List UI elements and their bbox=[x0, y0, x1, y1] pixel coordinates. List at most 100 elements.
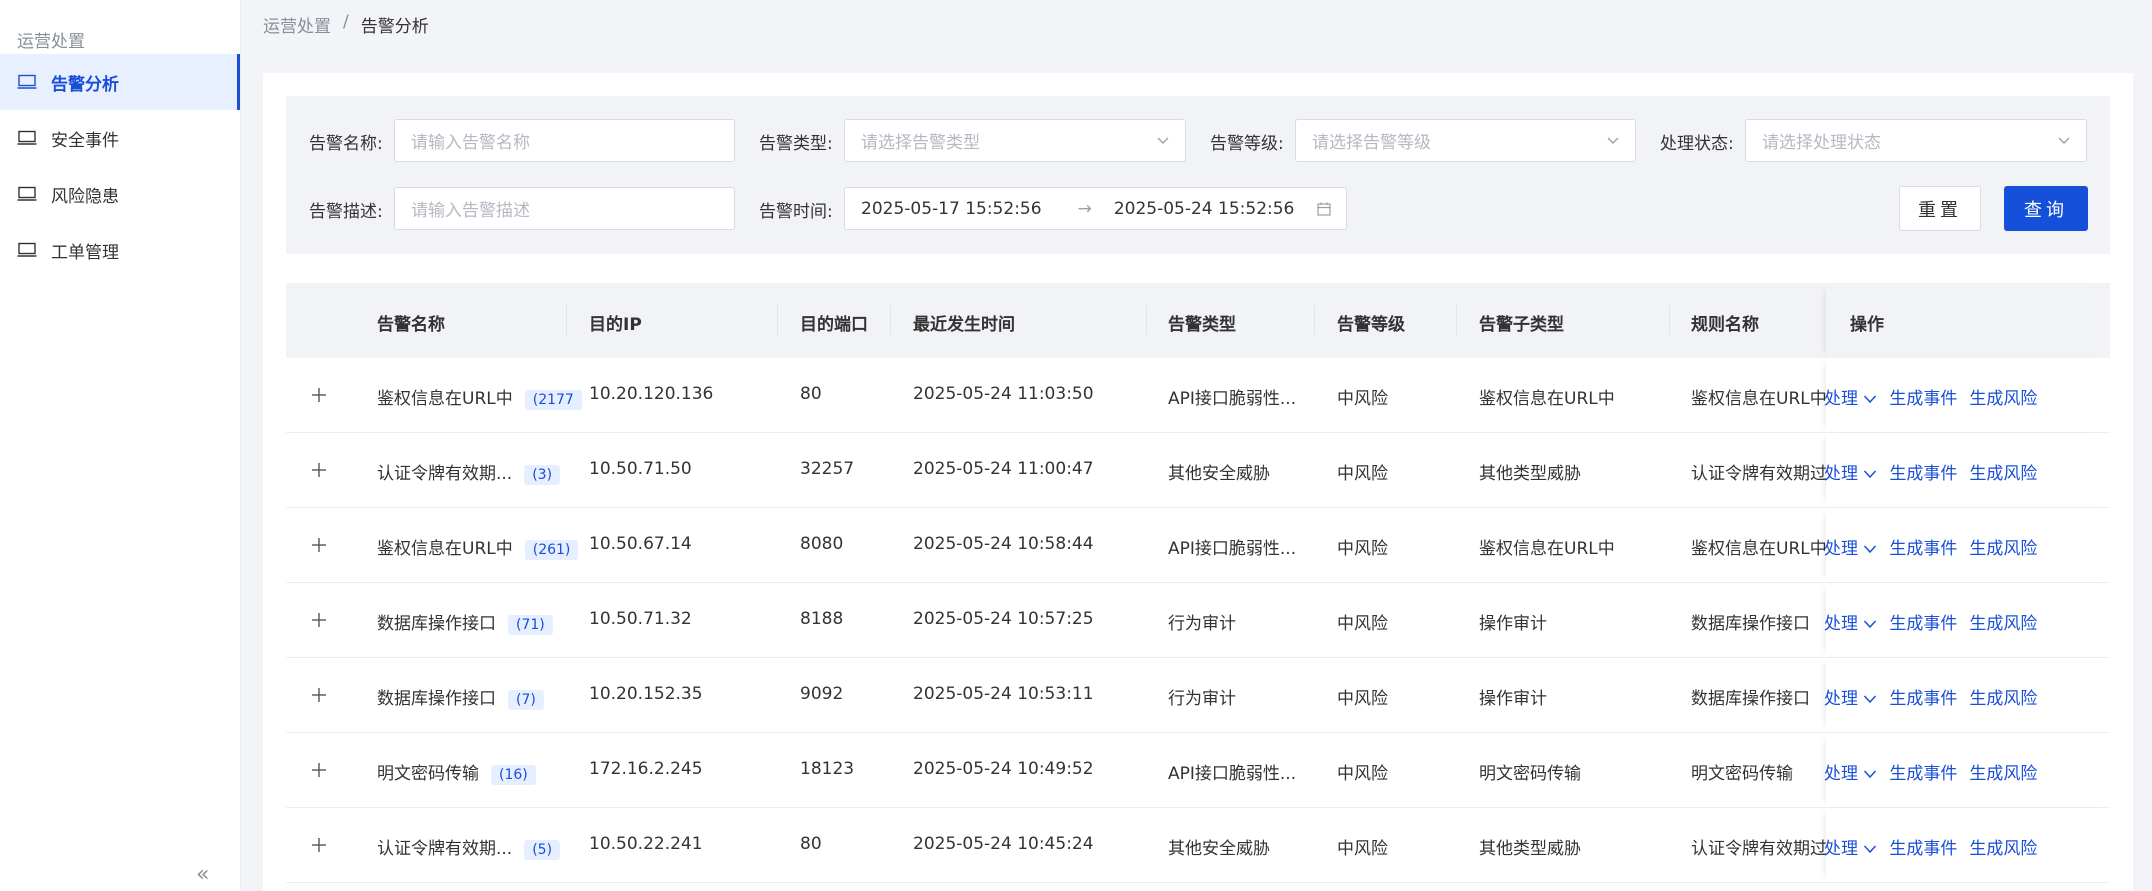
table-header: 告警名称 目的IP 目的端口 最近发生时间 告警类型 告警等级 告警子类型 规则… bbox=[286, 283, 2110, 358]
generate-event-link[interactable]: 生成事件 bbox=[1889, 609, 1957, 634]
chevron-down-icon bbox=[1607, 137, 1619, 144]
cell-level: 中风险 bbox=[1337, 539, 1388, 559]
alert-level-select[interactable]: 请选择告警等级 bbox=[1295, 119, 1636, 162]
handle-dropdown[interactable]: 处理 bbox=[1824, 534, 1877, 559]
table-row: 数据库操作接口 (71) 10.50.71.32 8188 2025-05-24 10:… bbox=[286, 583, 2110, 658]
cell-rule: 明文密码传输 bbox=[1691, 764, 1793, 784]
generate-risk-link[interactable]: 生成风险 bbox=[1969, 534, 2037, 559]
generate-risk-link[interactable]: 生成风险 bbox=[1969, 459, 2037, 484]
alert-name-label: 告警名称: bbox=[309, 134, 383, 154]
table-row: 认证令牌有效期... (3) 10.50.71.50 32257 2025-05-24 … bbox=[286, 433, 2110, 508]
cell-type: API接口脆弱性... bbox=[1168, 389, 1297, 409]
handle-label: 处理 bbox=[1824, 764, 1858, 784]
sidebar-item-2[interactable]: 风险隐患 bbox=[0, 166, 240, 222]
expand-plus-icon[interactable] bbox=[310, 686, 328, 704]
cell-alert-name: 认证令牌有效期... (3) bbox=[377, 459, 561, 485]
monitor-icon bbox=[17, 74, 37, 89]
cell-ip: 10.50.67.14 bbox=[589, 534, 692, 554]
col-divider bbox=[1456, 305, 1457, 335]
breadcrumb: 运营处置 / 告警分析 bbox=[263, 12, 429, 37]
cell-time: 2025-05-24 10:49:52 bbox=[913, 759, 1094, 779]
col-divider bbox=[890, 305, 891, 335]
col-alert-name: 告警名称 bbox=[377, 315, 445, 335]
expand-plus-icon[interactable] bbox=[310, 836, 328, 854]
expand-plus-icon[interactable] bbox=[310, 386, 328, 404]
cell-type: API接口脆弱性... bbox=[1168, 539, 1297, 559]
generate-event-link[interactable]: 生成事件 bbox=[1889, 684, 1957, 709]
handle-dropdown[interactable]: 处理 bbox=[1824, 684, 1877, 709]
cell-rule: 数据库操作接口 bbox=[1691, 689, 1810, 709]
cell-port: 80 bbox=[800, 384, 822, 404]
col-dest-port: 目的端口 bbox=[800, 315, 868, 335]
row-actions: 处理 生成事件 生成风险 bbox=[1824, 759, 2037, 784]
sidebar-item-0[interactable]: 告警分析 bbox=[0, 54, 240, 110]
generate-risk-link[interactable]: 生成风险 bbox=[1969, 609, 2037, 634]
count-badge: (16) bbox=[491, 765, 536, 785]
generate-risk-link[interactable]: 生成风险 bbox=[1969, 384, 2037, 409]
sidebar-section-title: 运营处置 bbox=[17, 32, 85, 52]
table-row: 认证令牌有效期... (5) 10.50.22.241 80 2025-05-24 10… bbox=[286, 808, 2110, 883]
alert-name-input[interactable]: 请输入告警名称 bbox=[394, 119, 735, 162]
col-dest-ip: 目的IP bbox=[589, 315, 642, 335]
handle-dropdown[interactable]: 处理 bbox=[1824, 759, 1877, 784]
generate-event-link[interactable]: 生成事件 bbox=[1889, 834, 1957, 859]
cell-type: 行为审计 bbox=[1168, 614, 1236, 634]
breadcrumb-separator: / bbox=[343, 12, 349, 32]
generate-event-link[interactable]: 生成事件 bbox=[1889, 759, 1957, 784]
col-alert-type: 告警类型 bbox=[1168, 315, 1236, 335]
reset-button[interactable]: 重置 bbox=[1899, 186, 1981, 231]
cell-alert-name: 鉴权信息在URL中 (2177 bbox=[377, 384, 582, 410]
monitor-icon bbox=[17, 130, 37, 145]
cell-subtype: 鉴权信息在URL中 bbox=[1479, 389, 1615, 409]
sidebar-item-3[interactable]: 工单管理 bbox=[0, 222, 240, 278]
sidebar-item-label: 工单管理 bbox=[51, 242, 119, 263]
handle-label: 处理 bbox=[1824, 689, 1858, 709]
chevron-down-icon bbox=[1864, 695, 1877, 704]
alert-time-label: 告警时间: bbox=[759, 202, 833, 222]
cell-time: 2025-05-24 11:00:47 bbox=[913, 459, 1094, 479]
alert-desc-input[interactable]: 请输入告警描述 bbox=[394, 187, 735, 230]
generate-risk-link[interactable]: 生成风险 bbox=[1969, 684, 2037, 709]
cell-rule: 数据库操作接口 bbox=[1691, 614, 1810, 634]
expand-plus-icon[interactable] bbox=[310, 536, 328, 554]
collapse-sidebar-icon[interactable]: « bbox=[196, 862, 209, 887]
generate-event-link[interactable]: 生成事件 bbox=[1889, 459, 1957, 484]
chevron-down-icon bbox=[1157, 137, 1169, 144]
cell-alert-name: 明文密码传输 (16) bbox=[377, 759, 536, 785]
generate-event-link[interactable]: 生成事件 bbox=[1889, 384, 1957, 409]
expand-plus-icon[interactable] bbox=[310, 761, 328, 779]
col-divider bbox=[1314, 305, 1315, 335]
generate-risk-link[interactable]: 生成风险 bbox=[1969, 834, 2037, 859]
alert-type-select[interactable]: 请选择告警类型 bbox=[844, 119, 1186, 162]
monitor-icon bbox=[17, 242, 37, 257]
chevron-down-icon bbox=[2058, 137, 2070, 144]
cell-subtype: 鉴权信息在URL中 bbox=[1479, 539, 1615, 559]
query-button[interactable]: 查询 bbox=[2004, 186, 2088, 231]
sidebar-item-1[interactable]: 安全事件 bbox=[0, 110, 240, 166]
cell-ip: 10.50.71.50 bbox=[589, 459, 692, 479]
cell-ip: 10.20.120.136 bbox=[589, 384, 714, 404]
alert-time-range-picker[interactable]: 2025-05-17 15:52:56 → 2025-05-24 15:52:5… bbox=[844, 187, 1347, 230]
count-badge: (71) bbox=[508, 615, 553, 635]
cell-port: 8188 bbox=[800, 609, 844, 629]
alert-level-label: 告警等级: bbox=[1210, 134, 1284, 154]
handle-dropdown[interactable]: 处理 bbox=[1824, 459, 1877, 484]
cell-time: 2025-05-24 10:53:11 bbox=[913, 684, 1094, 704]
cell-rule: 鉴权信息在URL中 bbox=[1691, 389, 1826, 409]
count-badge: (2177 bbox=[524, 390, 582, 410]
alert-name-placeholder: 请输入告警名称 bbox=[411, 133, 530, 153]
cell-time: 2025-05-24 10:57:25 bbox=[913, 609, 1094, 629]
breadcrumb-parent[interactable]: 运营处置 bbox=[263, 12, 331, 37]
expand-plus-icon[interactable] bbox=[310, 611, 328, 629]
handle-dropdown[interactable]: 处理 bbox=[1824, 834, 1877, 859]
col-actions: 操作 bbox=[1850, 315, 1884, 335]
handle-dropdown[interactable]: 处理 bbox=[1824, 384, 1877, 409]
cell-alert-name: 数据库操作接口 (7) bbox=[377, 684, 544, 710]
expand-plus-icon[interactable] bbox=[310, 461, 328, 479]
handle-dropdown[interactable]: 处理 bbox=[1824, 609, 1877, 634]
table-row: 明文密码传输 (16) 172.16.2.245 18123 2025-05-24 10… bbox=[286, 733, 2110, 808]
cell-port: 8080 bbox=[800, 534, 844, 554]
status-select[interactable]: 请选择处理状态 bbox=[1745, 119, 2087, 162]
generate-risk-link[interactable]: 生成风险 bbox=[1969, 759, 2037, 784]
generate-event-link[interactable]: 生成事件 bbox=[1889, 534, 1957, 559]
